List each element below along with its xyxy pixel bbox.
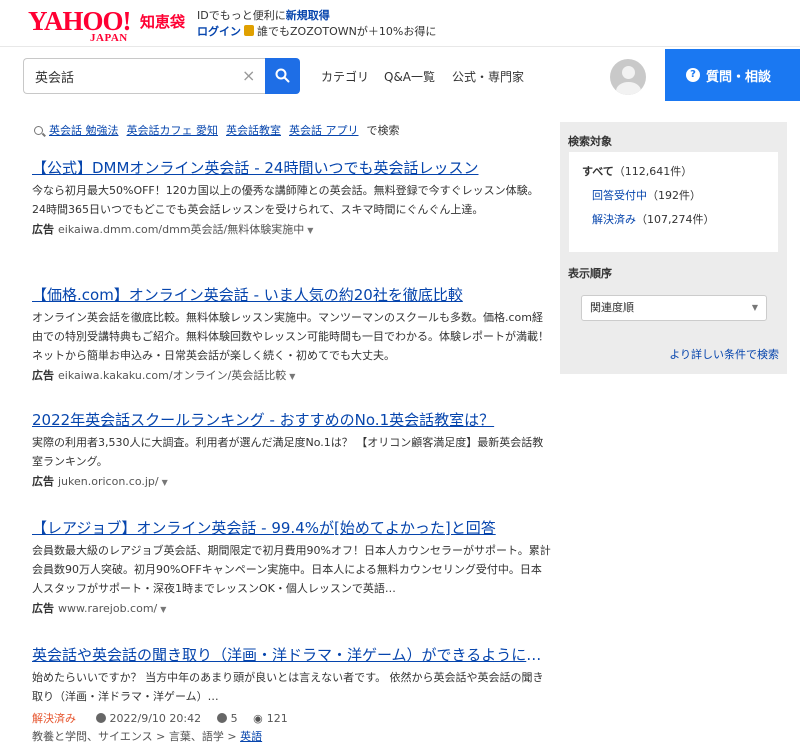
qa-result: 英会話や英会話の聞き取り（洋画・洋ドラマ・洋ゲーム）ができるようにな… 始めたら…	[32, 644, 552, 746]
search-icon	[34, 126, 43, 135]
result-title[interactable]: 【公式】DMMオンライン英会話 - 24時間いつでも英会話レッスン	[32, 157, 552, 179]
answer-count: 5	[230, 712, 238, 725]
service-name[interactable]: 知恵袋	[140, 11, 185, 32]
caret-down-icon[interactable]: ▼	[160, 605, 166, 614]
ad-result: 【公式】DMMオンライン英会話 - 24時間いつでも英会話レッスン 今なら初月最…	[32, 157, 552, 240]
category-breadcrumb: 教養と学問、サイエンス > 言葉、語学 > 英語	[32, 730, 263, 743]
yahoo-japan-logo[interactable]: YAHOO! JAPAN	[28, 6, 138, 45]
advanced-search-link[interactable]: より詳しい条件で検索	[669, 346, 779, 362]
nav-qa-list[interactable]: Q&A一覧	[384, 68, 435, 85]
result-description: オンライン英会話を徹底比較。無料体験レッスン実施中。マンツーマンのスクールも多数…	[32, 311, 549, 362]
result-url-line: 広告 eikaiwa.dmm.com/dmm英会話/無料体験実施中 ▼	[32, 221, 552, 240]
result-title[interactable]: 【価格.com】オンライン英会話 - いま人気の約20社を徹底比較	[32, 284, 552, 306]
breadcrumb-item[interactable]: 言葉、語学	[169, 730, 224, 743]
caret-down-icon[interactable]: ▼	[289, 372, 295, 381]
search-icon	[275, 68, 290, 83]
question-icon: ?	[686, 68, 700, 82]
search-input[interactable]	[24, 59, 234, 93]
nav-category[interactable]: カテゴリ	[321, 68, 369, 85]
zozo-promo-text[interactable]: 誰でもZOZOTOWNが＋10%お得に	[257, 25, 436, 38]
result-url-line: 広告 www.rarejob.com/▼	[32, 600, 552, 619]
ad-result: 【価格.com】オンライン英会話 - いま人気の約20社を徹底比較 オンライン英…	[32, 284, 552, 386]
shopping-bag-icon	[244, 25, 254, 36]
logo-japan-text: JAPAN	[90, 32, 128, 44]
target-heading: 検索対象	[568, 135, 612, 148]
clear-icon[interactable]: ×	[242, 67, 255, 85]
sort-value: 関連度順	[590, 301, 634, 314]
ad-label: 広告	[32, 369, 54, 382]
status-badge: 解決済み	[32, 712, 76, 725]
view-count: 121	[266, 712, 288, 725]
question-meta: 解決済み 2022/9/10 20:42 5 ◉ 121	[32, 710, 552, 728]
result-url-line: 広告 eikaiwa.kakaku.com/オンライン/英会話比較 ▼	[32, 367, 552, 386]
result-url[interactable]: www.rarejob.com/	[58, 602, 157, 615]
ad-result: 2022年英会話スクールランキング - おすすめのNo.1英会話教室は？ 実際の…	[32, 409, 552, 492]
question-excerpt: 始めたらいいですか？ 当方中年のあまり頭が良いとは言えない者です。 依然から英会…	[32, 671, 544, 703]
ask-question-label: 質問・相談	[706, 70, 772, 85]
related-term[interactable]: 英会話 勉強法	[49, 124, 119, 137]
related-searches: 英会話 勉強法 英会話カフェ 愛知 英会話教室 英会話 アプリ で検索	[34, 122, 400, 138]
header: YAHOO! JAPAN 知恵袋 IDでもっと便利に新規取得 ログイン 誰でもZO…	[0, 0, 800, 120]
ad-label: 広告	[32, 602, 54, 615]
related-term[interactable]: 英会話教室	[226, 124, 281, 137]
breadcrumb-item[interactable]: 英語	[240, 730, 262, 743]
result-url[interactable]: eikaiwa.dmm.com/dmm英会話/無料体験実施中	[58, 223, 304, 236]
caret-down-icon[interactable]: ▼	[162, 478, 168, 487]
promo-text: IDでもっと便利に	[197, 9, 286, 22]
search-filter-sidebar: 検索対象 すべて（112,641件） 回答受付中（192件） 解決済み（107,…	[560, 122, 787, 374]
login-link[interactable]: ログイン	[197, 25, 241, 38]
ad-label: 広告	[32, 475, 54, 488]
related-term[interactable]: 英会話 アプリ	[289, 124, 359, 137]
option-all[interactable]: すべて（112,641件）	[582, 163, 692, 179]
ad-label: 広告	[32, 223, 54, 236]
related-suffix: で検索	[366, 124, 400, 137]
logo-yahoo-text: YAHOO!	[28, 6, 132, 36]
result-url[interactable]: juken.oricon.co.jp/	[58, 475, 159, 488]
sort-select[interactable]: 関連度順 ▼	[581, 295, 767, 321]
clock-icon	[95, 713, 106, 723]
ask-question-button[interactable]: ? 質問・相談	[665, 49, 800, 101]
result-url[interactable]: eikaiwa.kakaku.com/オンライン/英会話比較	[58, 369, 286, 382]
search-box: ×	[23, 58, 265, 94]
eye-icon: ◉	[253, 712, 263, 725]
result-title[interactable]: 【レアジョブ】オンライン英会話 - 99.4%が[始めてよかった]と回答	[32, 517, 552, 539]
result-title[interactable]: 2022年英会話スクールランキング - おすすめのNo.1英会話教室は？	[32, 409, 552, 431]
result-description: 今なら初月最大50%OFF！120カ国以上の優秀な講師陣との英会話。無料登録で今…	[32, 184, 539, 216]
answer-count-icon	[216, 713, 227, 723]
chevron-down-icon: ▼	[751, 303, 758, 312]
question-date: 2022/9/10 20:42	[109, 712, 202, 725]
caret-down-icon[interactable]: ▼	[307, 226, 313, 235]
target-options: すべて（112,641件） 回答受付中（192件） 解決済み（107,274件）	[569, 152, 778, 252]
register-link[interactable]: 新規取得	[286, 9, 330, 22]
nav-official-experts[interactable]: 公式・専門家	[452, 68, 524, 85]
result-description: 実際の利用者3,530人に大調査。利用者が選んだ満足度No.1は？ 【オリコン顧…	[32, 436, 544, 468]
login-promo: IDでもっと便利に新規取得 ログイン 誰でもZOZOTOWNが＋10%お得に	[197, 8, 436, 40]
header-divider	[0, 46, 800, 47]
option-open[interactable]: 回答受付中（192件）	[592, 187, 701, 203]
option-solved[interactable]: 解決済み（107,274件）	[592, 211, 715, 227]
ad-result: 【レアジョブ】オンライン英会話 - 99.4%が[始めてよかった]と回答 会員数…	[32, 517, 552, 619]
question-title[interactable]: 英会話や英会話の聞き取り（洋画・洋ドラマ・洋ゲーム）ができるようにな…	[32, 644, 552, 666]
breadcrumb-item[interactable]: 教養と学問、サイエンス	[32, 730, 153, 743]
sort-heading: 表示順序	[568, 267, 612, 280]
avatar[interactable]	[610, 59, 646, 95]
result-description: 会員数最大級のレアジョブ英会話、期間限定で初月費用90%オフ！日本人カウンセラー…	[32, 544, 551, 595]
search-button[interactable]	[265, 58, 300, 94]
related-term[interactable]: 英会話カフェ 愛知	[127, 124, 219, 137]
result-url-line: 広告 juken.oricon.co.jp/▼	[32, 473, 552, 492]
